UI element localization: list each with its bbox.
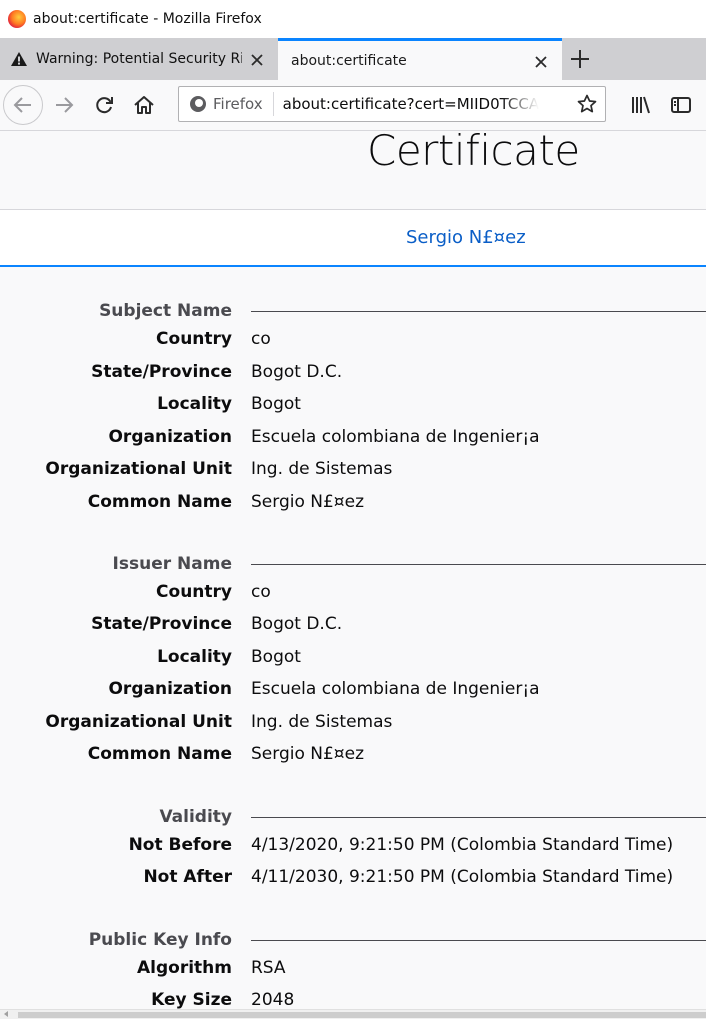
field-label: Locality	[157, 394, 232, 414]
field-row: Common Name Sergio N£¤ez	[0, 492, 706, 522]
reload-icon	[96, 97, 113, 114]
field-label: Organization	[108, 679, 232, 699]
field-row: Not After 4/11/2030, 9:21:50 PM (Colombi…	[0, 867, 706, 897]
firefox-logo-icon	[8, 10, 26, 28]
close-tab-icon[interactable]	[534, 54, 548, 68]
field-value: Sergio N£¤ez	[251, 492, 364, 512]
field-row: Organization Escuela colombiana de Ingen…	[0, 427, 706, 457]
field-row: Key Size 2048	[0, 990, 706, 1011]
field-value: 2048	[251, 990, 295, 1010]
home-button[interactable]	[132, 93, 156, 117]
field-value: 4/11/2030, 9:21:50 PM (Colombia Standard…	[251, 867, 674, 887]
url-input[interactable]: about:certificate?cert=MIID0TCCArmgAwIBA…	[283, 95, 539, 113]
field-row: Locality Bogot	[0, 394, 706, 424]
field-value: Ing. de Sistemas	[251, 712, 393, 732]
close-tab-icon[interactable]	[250, 52, 264, 66]
tab-label: about:certificate	[291, 52, 407, 69]
field-row: Locality Bogot	[0, 647, 706, 677]
back-arrow-icon	[13, 97, 31, 113]
section-title: Subject Name	[99, 301, 232, 321]
field-value: Sergio N£¤ez	[251, 744, 364, 764]
field-row: Not Before 4/13/2020, 9:21:50 PM (Colomb…	[0, 835, 706, 865]
field-value: Ing. de Sistemas	[251, 459, 393, 479]
field-value: Escuela colombiana de Ingenier¡a	[251, 679, 540, 699]
new-tab-plus-icon[interactable]	[568, 47, 592, 71]
library-icon	[632, 96, 650, 114]
field-value: RSA	[251, 958, 286, 978]
tab-label: Warning: Potential Security Risk Ahead	[36, 51, 242, 67]
field-value: Bogot	[251, 394, 301, 414]
library-button[interactable]	[629, 93, 653, 117]
tab-security-warning[interactable]: Warning: Potential Security Risk Ahead	[0, 38, 278, 80]
field-value: Bogot	[251, 647, 301, 667]
url-bar[interactable]: Firefox about:certificate?cert=MIID0TCCA…	[178, 86, 606, 122]
forward-arrow-icon	[56, 97, 74, 113]
section-divider	[251, 817, 706, 818]
back-button[interactable]	[3, 85, 43, 125]
field-label: Not Before	[128, 835, 232, 855]
field-row: State/Province Bogot D.C.	[0, 614, 706, 644]
section-title: Validity	[159, 807, 232, 827]
identity-label: Firefox	[213, 95, 263, 113]
page-title: Certificate	[367, 131, 580, 175]
home-icon	[134, 96, 154, 114]
certificate-tabs: Sergio N£¤ez	[0, 209, 706, 267]
field-row: Organization Escuela colombiana de Ingen…	[0, 679, 706, 709]
field-label: Locality	[157, 647, 232, 667]
field-label: Common Name	[87, 492, 232, 512]
field-label: Organization	[108, 427, 232, 447]
forward-button[interactable]	[52, 93, 76, 117]
field-value: Escuela colombiana de Ingenier¡a	[251, 427, 540, 447]
field-label: Common Name	[87, 744, 232, 764]
field-row: Algorithm RSA	[0, 958, 706, 988]
field-value: Bogot D.C.	[251, 362, 343, 382]
field-label: Key Size	[151, 990, 232, 1010]
field-label: State/Province	[91, 614, 232, 634]
field-row: Country co	[0, 329, 706, 359]
url-separator	[272, 92, 274, 116]
field-row: Country co	[0, 582, 706, 612]
warning-icon	[10, 50, 28, 68]
scroll-left-arrow-icon[interactable]	[4, 1011, 8, 1017]
field-row: Organizational Unit Ing. de Sistemas	[0, 712, 706, 742]
bookmark-star-icon[interactable]	[577, 94, 597, 114]
field-value: co	[251, 582, 271, 602]
field-value: 4/13/2020, 9:21:50 PM (Colombia Standard…	[251, 835, 674, 855]
sidebar-icon	[671, 97, 691, 113]
section-title: Issuer Name	[112, 554, 232, 574]
field-label: State/Province	[91, 362, 232, 382]
field-row: Organizational Unit Ing. de Sistemas	[0, 459, 706, 489]
tab-about-certificate[interactable]: about:certificate	[278, 38, 562, 80]
field-label: Organizational Unit	[45, 712, 232, 732]
scrollbar-thumb[interactable]	[18, 1012, 706, 1018]
firefox-identity-icon	[190, 96, 206, 112]
field-label: Country	[156, 582, 232, 602]
navigation-toolbar: Firefox about:certificate?cert=MIID0TCCA…	[0, 80, 706, 131]
field-row: Common Name Sergio N£¤ez	[0, 744, 706, 774]
field-label: Algorithm	[137, 958, 232, 978]
page-content: Certificate Sergio N£¤ez Subject Name Co…	[0, 131, 706, 1011]
tab-strip: Warning: Potential Security Risk Ahead a…	[0, 38, 706, 80]
sidebar-button[interactable]	[669, 93, 693, 117]
field-row: State/Province Bogot D.C.	[0, 362, 706, 392]
section-title: Public Key Info	[88, 930, 232, 950]
reload-button[interactable]	[92, 93, 116, 117]
field-value: co	[251, 329, 271, 349]
field-label: Not After	[143, 867, 232, 887]
section-divider	[251, 564, 706, 565]
field-value: Bogot D.C.	[251, 614, 343, 634]
window-titlebar: about:certificate - Mozilla Firefox	[0, 0, 706, 38]
certificate-tab-sergio[interactable]: Sergio N£¤ez	[406, 227, 526, 248]
section-divider	[251, 940, 706, 941]
section-divider	[251, 311, 706, 312]
window-title: about:certificate - Mozilla Firefox	[33, 11, 262, 27]
field-label: Country	[156, 329, 232, 349]
identity-box[interactable]: Firefox	[189, 95, 263, 113]
field-label: Organizational Unit	[45, 459, 232, 479]
